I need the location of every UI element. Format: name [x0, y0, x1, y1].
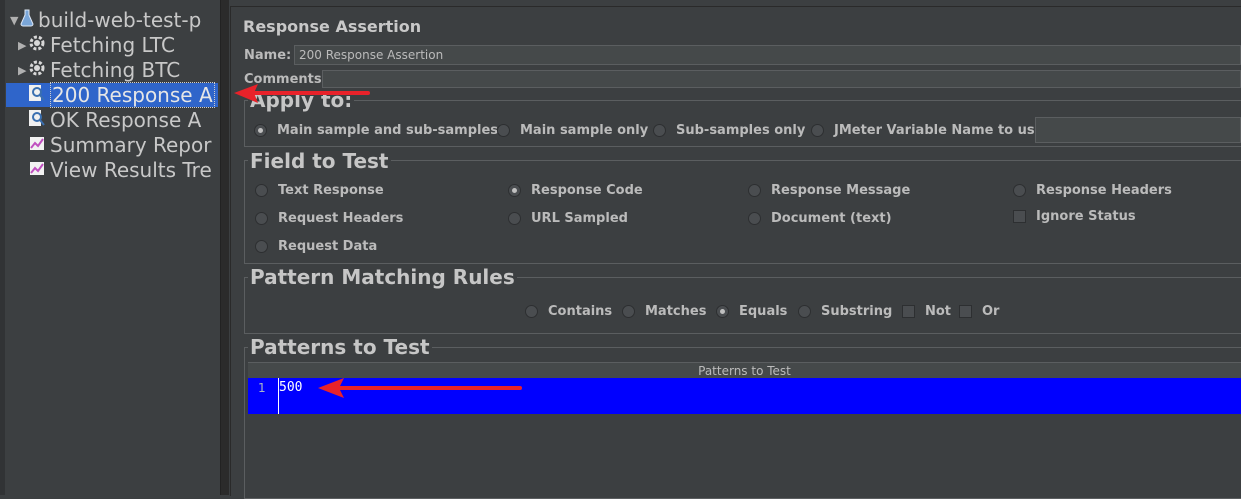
radio-icon[interactable]: [255, 212, 268, 225]
radio-icon[interactable]: [525, 305, 538, 318]
collapsed-arrow-icon[interactable]: ▶: [18, 39, 28, 52]
radio-jmeter-variable[interactable]: JMeter Variable Name to use: [811, 123, 1043, 138]
radio-selected-icon[interactable]: [716, 305, 729, 318]
tree-item-fetching-ltc[interactable]: ▶ Fetching LTC: [18, 33, 175, 57]
radio-icon[interactable]: [508, 212, 521, 225]
tree-item-label: OK Response A: [50, 108, 202, 132]
field-to-test-title: Field to Test: [248, 149, 391, 173]
chart-icon: [28, 133, 46, 157]
flask-icon: [20, 8, 34, 32]
radio-icon[interactable]: [255, 240, 268, 253]
tree-item-200-response-assertion[interactable]: 200 Response A: [6, 82, 218, 108]
patterns-editor-empty[interactable]: [248, 414, 1241, 495]
radio-selected-icon[interactable]: [254, 124, 267, 137]
pattern-matching-title: Pattern Matching Rules: [248, 265, 517, 289]
radio-response-headers[interactable]: Response Headers: [1013, 183, 1172, 198]
radio-sub-only[interactable]: Sub-samples only: [653, 123, 805, 138]
pattern-value[interactable]: 500: [279, 380, 302, 395]
checkbox-icon[interactable]: [959, 305, 972, 318]
radio-matches[interactable]: Matches: [622, 304, 706, 319]
radio-main-and-sub[interactable]: Main sample and sub-samples: [254, 123, 498, 138]
jmeter-variable-input[interactable]: [1035, 117, 1241, 143]
radio-url-sampled[interactable]: URL Sampled: [508, 211, 628, 226]
tree-scrollbar[interactable]: [220, 0, 229, 495]
tree-item-label: 200 Response A: [50, 82, 215, 108]
test-plan-tree: ▼ build-web-test-p ▶ Fetching LTC ▶ Fetc…: [0, 0, 220, 495]
checkbox-icon[interactable]: [1013, 210, 1026, 223]
radio-icon[interactable]: [497, 124, 510, 137]
tree-item-label: View Results Tre: [50, 158, 212, 182]
patterns-to-test-title: Patterns to Test: [248, 335, 432, 359]
radio-text-response[interactable]: Text Response: [255, 183, 384, 198]
checkbox-or[interactable]: Or: [959, 304, 999, 319]
comments-input[interactable]: [322, 70, 1241, 88]
line-number: 1: [258, 381, 266, 395]
chart-icon: [28, 158, 46, 182]
checkbox-not[interactable]: Not: [902, 304, 951, 319]
radio-equals[interactable]: Equals: [716, 304, 787, 319]
radio-main-only[interactable]: Main sample only: [497, 123, 648, 138]
radio-icon[interactable]: [748, 184, 761, 197]
tree-item-label: Summary Repor: [50, 133, 212, 157]
magnifier-icon: [28, 108, 46, 132]
radio-icon[interactable]: [622, 305, 635, 318]
radio-icon[interactable]: [653, 124, 666, 137]
tree-item-ok-response-assertion[interactable]: OK Response A: [28, 108, 201, 132]
radio-request-data[interactable]: Request Data: [255, 239, 377, 254]
radio-response-code[interactable]: Response Code: [508, 183, 643, 198]
checkbox-icon[interactable]: [902, 305, 915, 318]
radio-response-message[interactable]: Response Message: [748, 183, 910, 198]
tree-item-summary-report[interactable]: Summary Repor: [28, 133, 211, 157]
tree-item-label: build-web-test-p: [38, 8, 202, 32]
tree-item-label: Fetching BTC: [50, 58, 181, 82]
expand-arrow-icon[interactable]: ▼: [10, 14, 20, 27]
panel-title: Response Assertion: [243, 17, 422, 36]
radio-icon[interactable]: [798, 305, 811, 318]
radio-document-text[interactable]: Document (text): [748, 211, 892, 226]
collapsed-arrow-icon[interactable]: ▶: [18, 64, 28, 77]
gear-icon: [28, 58, 46, 82]
radio-substring[interactable]: Substring: [798, 304, 892, 319]
annotation-arrow-icon: [234, 84, 370, 103]
checkbox-ignore-status[interactable]: Ignore Status: [1013, 209, 1136, 224]
radio-icon[interactable]: [1013, 184, 1026, 197]
radio-selected-icon[interactable]: [508, 184, 521, 197]
tree-gutter: [0, 0, 5, 495]
tree-item-label: Fetching LTC: [50, 33, 175, 57]
radio-icon[interactable]: [748, 212, 761, 225]
radio-icon[interactable]: [811, 124, 824, 137]
tree-item-root[interactable]: ▼ build-web-test-p: [10, 8, 201, 32]
name-label: Name:: [244, 48, 292, 63]
annotation-arrow-icon: [318, 378, 522, 398]
tree-item-view-results-tree[interactable]: View Results Tre: [28, 158, 212, 182]
radio-icon[interactable]: [255, 184, 268, 197]
tree-item-fetching-btc[interactable]: ▶ Fetching BTC: [18, 58, 180, 82]
name-input[interactable]: [294, 45, 1241, 65]
magnifier-icon: [28, 83, 46, 107]
radio-request-headers[interactable]: Request Headers: [255, 211, 403, 226]
gear-icon: [28, 33, 46, 57]
radio-contains[interactable]: Contains: [525, 304, 612, 319]
